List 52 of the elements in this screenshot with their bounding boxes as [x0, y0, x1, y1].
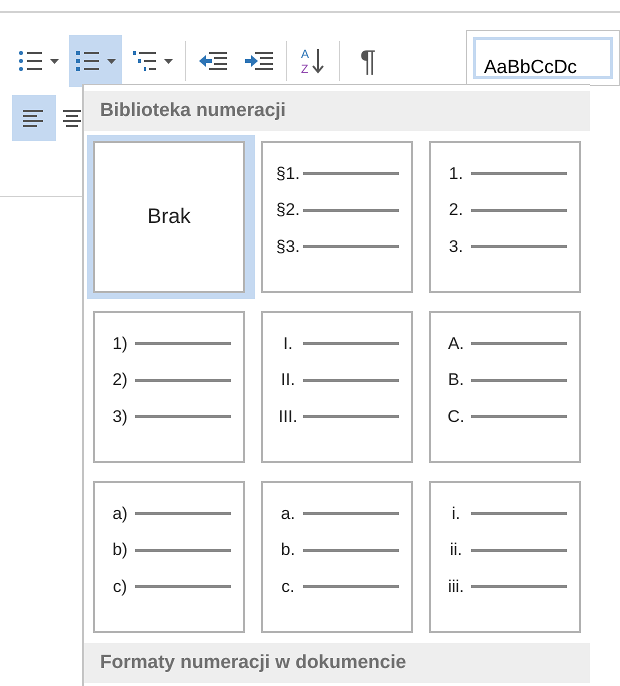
list-marker: 2. [448, 199, 464, 222]
sort-button[interactable]: A Z [293, 35, 333, 87]
style-preview[interactable]: AaBbCcDc [473, 37, 613, 79]
list-marker: i. [450, 502, 462, 525]
numbering-format-option[interactable]: I. II. III. [261, 311, 413, 463]
multilevel-list-icon [132, 49, 158, 73]
list-marker: 1) [111, 332, 129, 355]
numbering-format-option[interactable]: i. ii. iii. [429, 481, 581, 633]
caret-icon [164, 58, 173, 64]
style-sample-text: AaBbCcDc [484, 57, 577, 76]
numbering-format-option[interactable]: a. b. c. [261, 481, 413, 633]
no-numbering-option[interactable]: Brak [93, 141, 245, 293]
align-center-icon [63, 109, 81, 127]
list-marker: c) [112, 576, 128, 598]
numbering-button[interactable] [69, 35, 122, 87]
align-left-icon [23, 109, 45, 127]
list-marker: §1. [275, 162, 301, 185]
list-marker: b. [280, 539, 296, 562]
list-marker: 2) [111, 369, 129, 392]
section-header: Formaty numeracji w dokumencie [84, 643, 590, 683]
numbering-format-option[interactable]: A. B. C. [429, 311, 581, 463]
outdent-icon [198, 50, 228, 72]
list-marker: B. [446, 369, 466, 392]
list-marker: c. [280, 576, 296, 598]
numbering-format-option[interactable]: a) b) c) [93, 481, 245, 633]
bullets-icon [18, 49, 44, 73]
list-marker: a. [280, 502, 296, 525]
list-marker: §2. [275, 199, 301, 222]
list-marker: 3) [111, 406, 129, 428]
pilcrow-button[interactable]: ¶ [346, 35, 390, 87]
align-left-button[interactable] [12, 95, 56, 141]
list-marker: ii. [448, 539, 464, 562]
list-marker: II. [280, 369, 296, 392]
indent-icon [244, 50, 274, 72]
option-label: Brak [147, 204, 191, 230]
section-header: Biblioteka numeracji [84, 91, 590, 131]
list-marker: iii. [446, 576, 466, 598]
caret-icon [107, 58, 116, 64]
caret-icon [50, 58, 59, 64]
list-marker: b) [111, 539, 129, 562]
numbered-list-icon [75, 49, 101, 73]
numbering-format-option[interactable]: §1. §2. §3. [261, 141, 413, 293]
list-marker: 1. [448, 162, 464, 185]
list-marker: a) [111, 502, 129, 525]
list-marker: I. [282, 332, 294, 355]
numbering-format-option[interactable]: 1. 2. 3. [429, 141, 581, 293]
list-marker: III. [278, 406, 298, 428]
list-marker: §3. [275, 236, 301, 258]
list-marker: 3. [448, 236, 464, 258]
numbering-format-option[interactable]: 1) 2) 3) [93, 311, 245, 463]
list-marker: C. [446, 406, 466, 428]
list-marker: A. [446, 332, 466, 355]
